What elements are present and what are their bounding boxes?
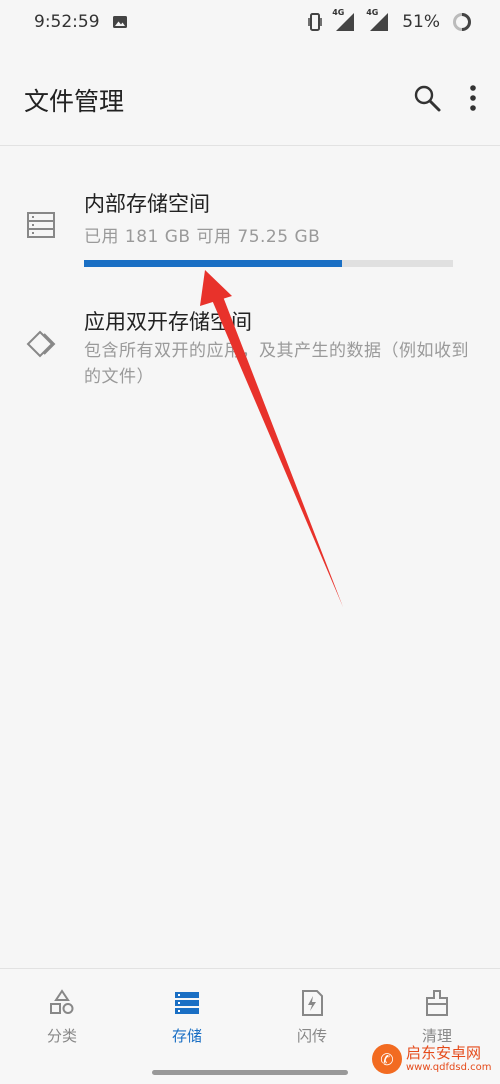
more-vert-icon[interactable] — [468, 84, 478, 116]
home-indicator[interactable] — [152, 1070, 348, 1075]
storage-list-icon — [26, 210, 56, 244]
vibrate-icon — [308, 12, 322, 32]
app-bar: 文件管理 — [0, 60, 500, 140]
tab-clean[interactable]: 清理 — [392, 989, 482, 1046]
internal-storage-title: 内部存储空间 — [84, 192, 210, 216]
battery-percent: 51% — [402, 12, 440, 32]
storage-usage-fill — [84, 260, 343, 267]
storage-icon — [173, 992, 201, 1021]
tab-category[interactable]: 分类 — [17, 989, 107, 1046]
annotation-arrow — [200, 270, 343, 607]
search-icon[interactable] — [412, 83, 442, 117]
image-icon — [112, 14, 128, 30]
divider — [0, 145, 500, 146]
storage-usage-bar — [84, 260, 453, 267]
status-bar: 9:52:59 4G 4G 51% — [0, 0, 500, 44]
internal-storage-summary: 已用 181 GB 可用 75.25 GB — [84, 227, 321, 247]
watermark-url: www.qdfdsd.com — [406, 1061, 492, 1073]
dual-app-storage-item[interactable]: 应用双开存储空间 包含所有双开的应用，及其产生的数据（例如收到的文件） — [0, 298, 500, 398]
watermark-logo-icon: ✆ — [372, 1044, 402, 1074]
network-type-label: 4G — [332, 8, 345, 17]
tab-label: 清理 — [421, 1027, 452, 1045]
category-icon — [48, 989, 76, 1021]
tab-storage[interactable]: 存储 — [142, 989, 232, 1046]
signal-icon: 4G — [366, 8, 390, 32]
tab-label: 分类 — [46, 1027, 77, 1045]
status-time: 9:52:59 — [34, 12, 100, 32]
internal-storage-item[interactable]: 内部存储空间 已用 181 GB 可用 75.25 GB — [0, 178, 500, 278]
dual-app-storage-title: 应用双开存储空间 — [84, 310, 252, 334]
dual-app-storage-description: 包含所有双开的应用，及其产生的数据（例如收到的文件） — [84, 341, 469, 387]
tab-flash-transfer[interactable]: 闪传 — [267, 989, 357, 1046]
battery-icon — [452, 12, 472, 32]
network-type-label: 4G — [366, 8, 379, 17]
dual-app-icon — [26, 328, 58, 364]
watermark-name: 启东安卓网 — [406, 1044, 482, 1063]
clean-icon — [423, 990, 451, 1021]
flash-transfer-icon — [298, 990, 326, 1021]
signal-icon: 4G — [332, 8, 356, 32]
tab-label: 闪传 — [296, 1027, 327, 1045]
page-title: 文件管理 — [24, 87, 125, 116]
watermark: ✆ 启东安卓网 www.qdfdsd.com — [372, 1044, 491, 1074]
tab-label: 存储 — [171, 1027, 202, 1045]
